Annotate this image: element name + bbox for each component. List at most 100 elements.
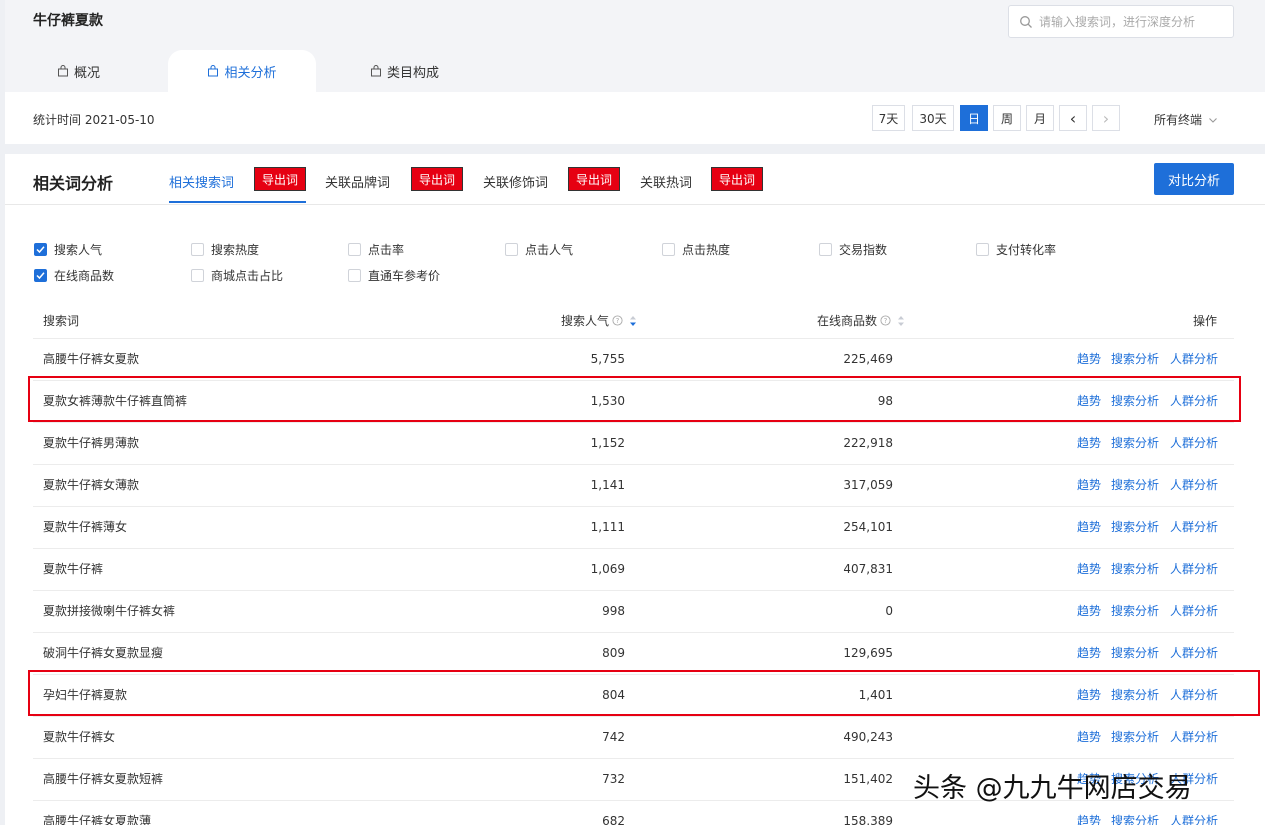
header-label: 操作 [1193, 314, 1218, 328]
crowd-analysis-link[interactable]: 人群分析 [1170, 350, 1218, 367]
trend-link[interactable]: 趋势 [1077, 602, 1101, 619]
highlight-box [28, 670, 1260, 716]
metric-checkbox[interactable]: 搜索人气 [34, 241, 102, 258]
table-row-keyword: 高腰牛仔裤女夏款 [43, 352, 140, 366]
sort-icon[interactable] [629, 315, 637, 327]
crowd-analysis-link[interactable]: 人群分析 [1170, 476, 1218, 493]
tab-label: 概况 [74, 65, 101, 81]
check-icon [36, 272, 45, 280]
table-row-online: 158,389 [843, 814, 893, 825]
metric-label: 商城点击占比 [211, 269, 284, 283]
row-divider [33, 338, 1234, 339]
search-analysis-link[interactable]: 搜索分析 [1111, 560, 1159, 577]
metric-checkbox[interactable]: 直通车参考价 [348, 267, 440, 284]
period-7d-button[interactable]: 7天 [872, 105, 905, 131]
trend-link[interactable]: 趋势 [1077, 434, 1101, 451]
search-analysis-link[interactable]: 搜索分析 [1111, 476, 1159, 493]
checkbox[interactable] [819, 243, 832, 256]
next-button[interactable]: › [1092, 105, 1120, 131]
trend-link[interactable]: 趋势 [1077, 812, 1101, 825]
checkbox[interactable] [348, 269, 361, 282]
checkbox[interactable] [976, 243, 989, 256]
sort-icon[interactable] [897, 315, 905, 327]
trend-link[interactable]: 趋势 [1077, 350, 1101, 367]
period-month-button[interactable]: 月 [1026, 105, 1054, 131]
metric-label: 点击热度 [682, 243, 731, 257]
search-analysis-link[interactable]: 搜索分析 [1111, 602, 1159, 619]
highlight-box [28, 376, 1241, 422]
checkbox[interactable] [191, 269, 204, 282]
metric-checkbox[interactable]: 点击人气 [505, 241, 573, 258]
help-icon[interactable]: ? [612, 315, 623, 326]
tab-related-analysis[interactable]: 相关分析 [168, 50, 316, 92]
row-divider [33, 758, 1234, 759]
export-button[interactable]: 导出词 [254, 167, 306, 191]
tab-category[interactable]: 类目构成 [370, 50, 439, 92]
crowd-analysis-link[interactable]: 人群分析 [1170, 812, 1218, 825]
checkbox[interactable] [662, 243, 675, 256]
prev-button[interactable]: ‹ [1059, 105, 1087, 131]
export-button[interactable]: 导出词 [568, 167, 620, 191]
search-input[interactable]: 请输入搜索词，进行深度分析 [1008, 5, 1234, 38]
table-row-online: 0 [885, 604, 893, 618]
crowd-analysis-link[interactable]: 人群分析 [1170, 644, 1218, 661]
crowd-analysis-link[interactable]: 人群分析 [1170, 728, 1218, 745]
trend-link[interactable]: 趋势 [1077, 644, 1101, 661]
terminal-select[interactable]: 所有终端 [1154, 111, 1218, 128]
trend-link[interactable]: 趋势 [1077, 728, 1101, 745]
check-icon [36, 246, 45, 254]
metric-checkbox[interactable]: 商城点击占比 [191, 267, 283, 284]
export-button[interactable]: 导出词 [711, 167, 763, 191]
metric-checkbox[interactable]: 点击率 [348, 241, 404, 258]
trend-link[interactable]: 趋势 [1077, 476, 1101, 493]
subtab-modifier[interactable]: 关联修饰词 [483, 172, 548, 191]
subtab-related-search[interactable]: 相关搜索词 [169, 172, 234, 191]
search-analysis-link[interactable]: 搜索分析 [1111, 644, 1159, 661]
column-header-online[interactable]: 在线商品数 ? [817, 312, 905, 329]
search-analysis-link[interactable]: 搜索分析 [1111, 518, 1159, 535]
crowd-analysis-link[interactable]: 人群分析 [1170, 560, 1218, 577]
watermark: 头条 @九九牛网店交易 [913, 773, 1192, 804]
terminal-label: 所有终端 [1154, 113, 1203, 127]
metric-checkbox[interactable]: 在线商品数 [34, 267, 114, 284]
bag-icon [58, 65, 68, 77]
checkbox-checked[interactable] [34, 243, 47, 256]
checkbox-checked[interactable] [34, 269, 47, 282]
tab-overview[interactable]: 概况 [57, 50, 100, 92]
table-row-popularity: 5,755 [590, 352, 625, 366]
period-30d-button[interactable]: 30天 [912, 105, 954, 131]
checkbox[interactable] [348, 243, 361, 256]
trend-link[interactable]: 趋势 [1077, 560, 1101, 577]
search-analysis-link[interactable]: 搜索分析 [1111, 434, 1159, 451]
subtab-hot-words[interactable]: 关联热词 [640, 172, 692, 191]
export-button[interactable]: 导出词 [411, 167, 463, 191]
crowd-analysis-link[interactable]: 人群分析 [1170, 434, 1218, 451]
subtab-brand[interactable]: 关联品牌词 [325, 172, 390, 191]
related-words-panel: 相关词分析 相关搜索词 导出词 关联品牌词 导出词 关联修饰词 导出词 关联热词… [5, 154, 1265, 825]
search-analysis-link[interactable]: 搜索分析 [1111, 812, 1159, 825]
search-analysis-link[interactable]: 搜索分析 [1111, 728, 1159, 745]
metric-checkbox[interactable]: 搜索热度 [191, 241, 259, 258]
help-icon[interactable]: ? [880, 315, 891, 326]
bag-icon [371, 65, 381, 77]
metric-checkbox[interactable]: 点击热度 [662, 241, 730, 258]
table-row-online: 407,831 [843, 562, 893, 576]
row-divider [33, 422, 1234, 423]
main-tabs: 概况 相关分析 类目构成 [5, 50, 1265, 92]
period-week-button[interactable]: 周 [993, 105, 1021, 131]
metric-checkbox[interactable]: 交易指数 [819, 241, 887, 258]
divider [5, 204, 1265, 205]
crowd-analysis-link[interactable]: 人群分析 [1170, 518, 1218, 535]
compare-analysis-button[interactable]: 对比分析 [1154, 163, 1234, 195]
period-day-button[interactable]: 日 [960, 105, 988, 131]
checkbox[interactable] [505, 243, 518, 256]
checkbox[interactable] [191, 243, 204, 256]
trend-link[interactable]: 趋势 [1077, 518, 1101, 535]
table-row-online: 222,918 [843, 436, 893, 450]
crowd-analysis-link[interactable]: 人群分析 [1170, 602, 1218, 619]
search-analysis-link[interactable]: 搜索分析 [1111, 350, 1159, 367]
table-row-keyword: 高腰牛仔裤女夏款短裤 [43, 772, 164, 786]
stat-time: 统计时间 2021-05-10 [33, 113, 155, 127]
metric-checkbox[interactable]: 支付转化率 [976, 241, 1056, 258]
column-header-popularity[interactable]: 搜索人气 ? [561, 312, 637, 329]
